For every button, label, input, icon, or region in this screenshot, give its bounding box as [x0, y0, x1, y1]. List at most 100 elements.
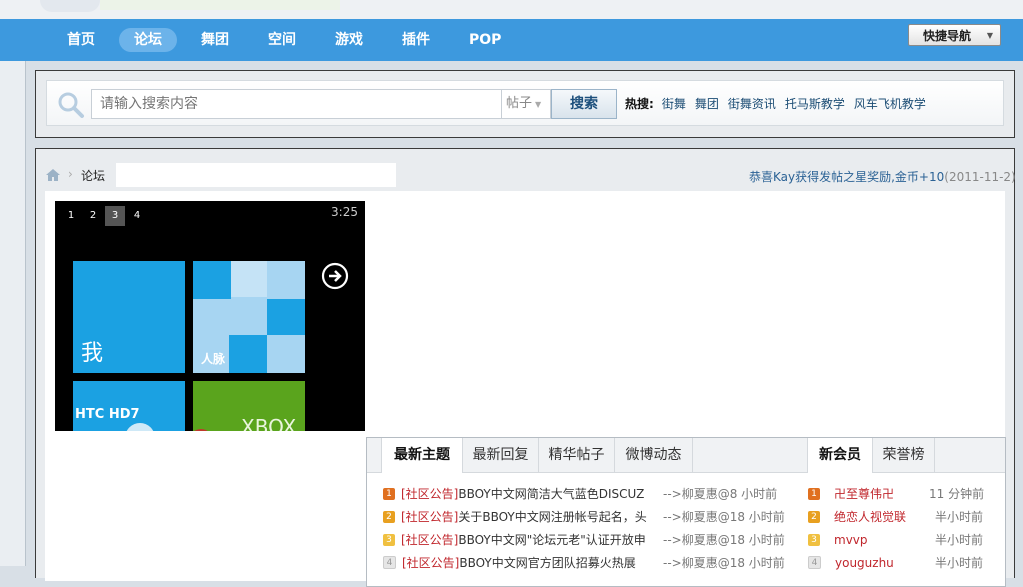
slide-page-button[interactable]: 4: [127, 206, 147, 226]
forum-content: 1234 3:25 我 人脉 HTC HD7 XBOX 最新主题 最新回复 精华…: [45, 191, 1006, 587]
nav-item[interactable]: 首页: [52, 28, 110, 52]
search-type-value: 帖子: [506, 96, 533, 111]
member-row[interactable]: 1 卍至尊伟卍: [808, 484, 894, 504]
search-button[interactable]: 搜索: [551, 89, 617, 119]
breadcrumb: › 论坛 恭喜Kay获得发帖之星奖励,金币+10(2011-11-2): [36, 149, 1016, 191]
thread-meta[interactable]: -->柳夏惠@18 小时前: [663, 507, 785, 527]
member-row[interactable]: 3 mvvp: [808, 530, 868, 550]
member-row[interactable]: 2 绝恋人视觉联: [808, 507, 906, 527]
tile-me: 我: [73, 261, 185, 373]
nav-item[interactable]: 游戏: [320, 28, 378, 52]
thread-tag[interactable]: [社区公告]: [401, 533, 458, 547]
thread-tag[interactable]: [社区公告]: [402, 556, 459, 570]
nav-item[interactable]: 插件: [387, 28, 445, 52]
tab-new-members[interactable]: 新会员: [807, 438, 873, 473]
tile-me-label: 我: [81, 341, 104, 366]
member-name[interactable]: mvvp: [834, 533, 868, 547]
main-nav-bar: 首页 论坛 舞团 空间 游戏 插件 POP 快捷导航 ▼: [0, 19, 1023, 61]
tile-square: [229, 335, 267, 373]
tile-htc-label: HTC HD7: [75, 407, 140, 422]
top-strip: [0, 0, 1023, 19]
nav-item[interactable]: 空间: [253, 28, 311, 52]
slide-page-button[interactable]: 1: [61, 206, 81, 226]
thread-tag[interactable]: [社区公告]: [401, 487, 458, 501]
thread-meta[interactable]: -->柳夏惠@8 小时前: [663, 484, 777, 504]
rank-badge: 1: [383, 487, 395, 500]
slide-page-button[interactable]: 3: [105, 206, 125, 226]
thread-row[interactable]: 4 [社区公告]BBOY中文网官方团队招募火热展: [383, 553, 636, 573]
rank-badge: 4: [383, 556, 396, 569]
thread-tag[interactable]: [社区公告]: [401, 510, 458, 524]
notice-bar[interactable]: 恭喜Kay获得发帖之星奖励,金币+10(2011-11-2): [749, 168, 1016, 185]
tab-honor-board[interactable]: 荣誉榜: [873, 438, 935, 472]
tab-latest-replies[interactable]: 最新回复: [463, 438, 539, 472]
hot-search-link[interactable]: 舞团: [695, 89, 719, 119]
hot-search-link[interactable]: 风车飞机教学: [854, 89, 926, 119]
thread-meta[interactable]: -->柳夏惠@18 小时前: [663, 553, 785, 573]
chevron-down-icon: ▼: [535, 100, 542, 109]
member-name[interactable]: 卍至尊伟卍: [834, 487, 894, 501]
hot-search-label: 热搜:: [625, 97, 654, 111]
site-logo: [40, 0, 100, 12]
notice-text: 恭喜Kay获得发帖之星奖励,金币+10: [749, 170, 945, 184]
nav-item[interactable]: 论坛: [119, 28, 177, 52]
home-icon[interactable]: [46, 169, 60, 181]
rank-badge: 4: [808, 556, 821, 569]
rank-badge: 2: [383, 510, 395, 523]
breadcrumb-blank: [116, 163, 396, 187]
tile-xbox-label: XBOX: [241, 415, 297, 431]
tab-bar: 最新主题 最新回复 精华帖子 微博动态 新会员 荣誉榜: [367, 438, 1005, 473]
member-name[interactable]: youguzhu: [835, 556, 894, 570]
forum-tabs-panel: 最新主题 最新回复 精华帖子 微博动态 新会员 荣誉榜 1 [社区公告]BBOY中文网简洁大…: [366, 437, 1006, 587]
nav-item[interactable]: POP: [454, 28, 516, 52]
thread-title[interactable]: BBOY中文网官方团队招募火热展: [459, 556, 635, 570]
breadcrumb-forum[interactable]: 论坛: [81, 167, 105, 184]
tile-people: 人脉: [193, 261, 305, 373]
thread-row[interactable]: 1 [社区公告]BBOY中文网简洁大气蓝色DISCUZ: [383, 484, 644, 504]
tile-htc: HTC HD7: [73, 381, 185, 431]
member-join-time: 半小时前: [935, 533, 984, 547]
search-input[interactable]: [91, 89, 501, 119]
thread-title[interactable]: 关于BBOY中文网注册帐号起名，头: [458, 510, 646, 524]
tab-featured-posts[interactable]: 精华帖子: [539, 438, 615, 472]
left-edge: [0, 61, 26, 566]
thread-title[interactable]: BBOY中文网简洁大气蓝色DISCUZ: [458, 487, 644, 501]
rank-badge: 3: [808, 533, 820, 546]
search-type-select[interactable]: 帖子 ▼: [501, 89, 551, 119]
tile-people-label: 人脉: [201, 352, 226, 366]
hot-search-link[interactable]: 托马斯教学: [785, 89, 845, 119]
member-row[interactable]: 4 youguzhu: [808, 553, 894, 573]
member-join-time: 11 分钟前: [929, 487, 985, 501]
thread-row[interactable]: 2 [社区公告]关于BBOY中文网注册帐号起名，头: [383, 507, 647, 527]
forum-main-panel: › 论坛 恭喜Kay获得发帖之星奖励,金币+10(2011-11-2) 1234…: [35, 148, 1016, 587]
quick-nav-button[interactable]: 快捷导航 ▼: [908, 24, 1001, 46]
nav-item[interactable]: 舞团: [186, 28, 244, 52]
rank-badge: 2: [808, 510, 820, 523]
member-join-time: 半小时前: [935, 556, 984, 570]
tile-square: [231, 261, 267, 297]
tab-weibo-feed[interactable]: 微博动态: [615, 438, 693, 472]
thread-title[interactable]: BBOY中文网"论坛元老"认证开放申: [458, 533, 645, 547]
quick-nav-label: 快捷导航: [923, 29, 972, 43]
hot-search-link[interactable]: 街舞资讯: [728, 89, 776, 119]
thread-meta[interactable]: -->柳夏惠@18 小时前: [663, 530, 785, 550]
breadcrumb-separator: ›: [68, 167, 73, 181]
rank-badge: 3: [383, 533, 395, 546]
slideshow-pagination: 1234: [61, 206, 149, 226]
main-nav: 首页 论坛 舞团 空间 游戏 插件 POP: [52, 28, 525, 52]
rank-badge: 1: [808, 487, 820, 500]
arrow-right-icon[interactable]: [321, 262, 349, 290]
member-name[interactable]: 绝恋人视觉联: [834, 510, 906, 524]
slide-page-button[interactable]: 2: [83, 206, 103, 226]
member-join-time: 半小时前: [935, 510, 984, 524]
tile-decoration: [193, 429, 213, 431]
hot-search: 热搜: 街舞 舞团 街舞资讯 托马斯教学 风车飞机教学: [625, 89, 935, 119]
header-banner: [100, 0, 340, 10]
hot-search-link[interactable]: 街舞: [662, 89, 686, 119]
thread-row[interactable]: 3 [社区公告]BBOY中文网"论坛元老"认证开放申: [383, 530, 646, 550]
search-panel: 帖子▼ 搜索 热搜: 街舞舞团街舞资讯托马斯教学风车飞机教学: [35, 70, 1015, 138]
slideshow[interactable]: 1234 3:25 我 人脉 HTC HD7 XBOX: [55, 201, 365, 431]
tile-xbox: XBOX: [193, 381, 305, 431]
tab-latest-threads[interactable]: 最新主题: [381, 438, 463, 473]
tile-square: [267, 299, 305, 335]
